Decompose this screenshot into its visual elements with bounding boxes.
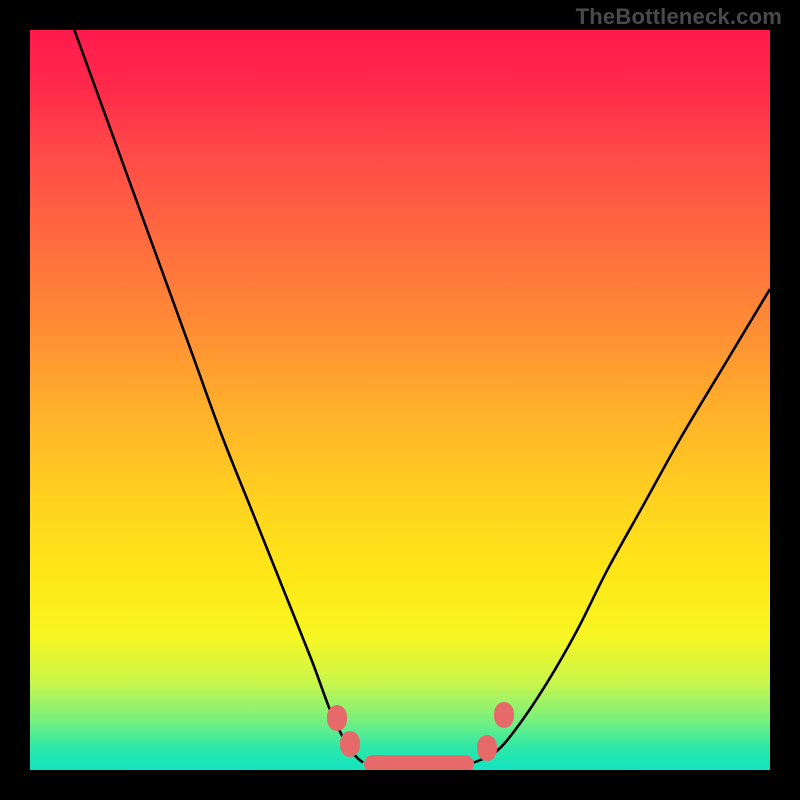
chart-frame: TheBottleneck.com (0, 0, 800, 800)
marker-3 (477, 735, 497, 761)
marker-4 (494, 702, 514, 728)
plot-area (30, 30, 770, 770)
marker-2 (364, 755, 474, 770)
marker-1 (340, 731, 360, 757)
attribution-label: TheBottleneck.com (576, 4, 782, 30)
marker-layer (30, 30, 770, 770)
marker-0 (327, 705, 347, 731)
